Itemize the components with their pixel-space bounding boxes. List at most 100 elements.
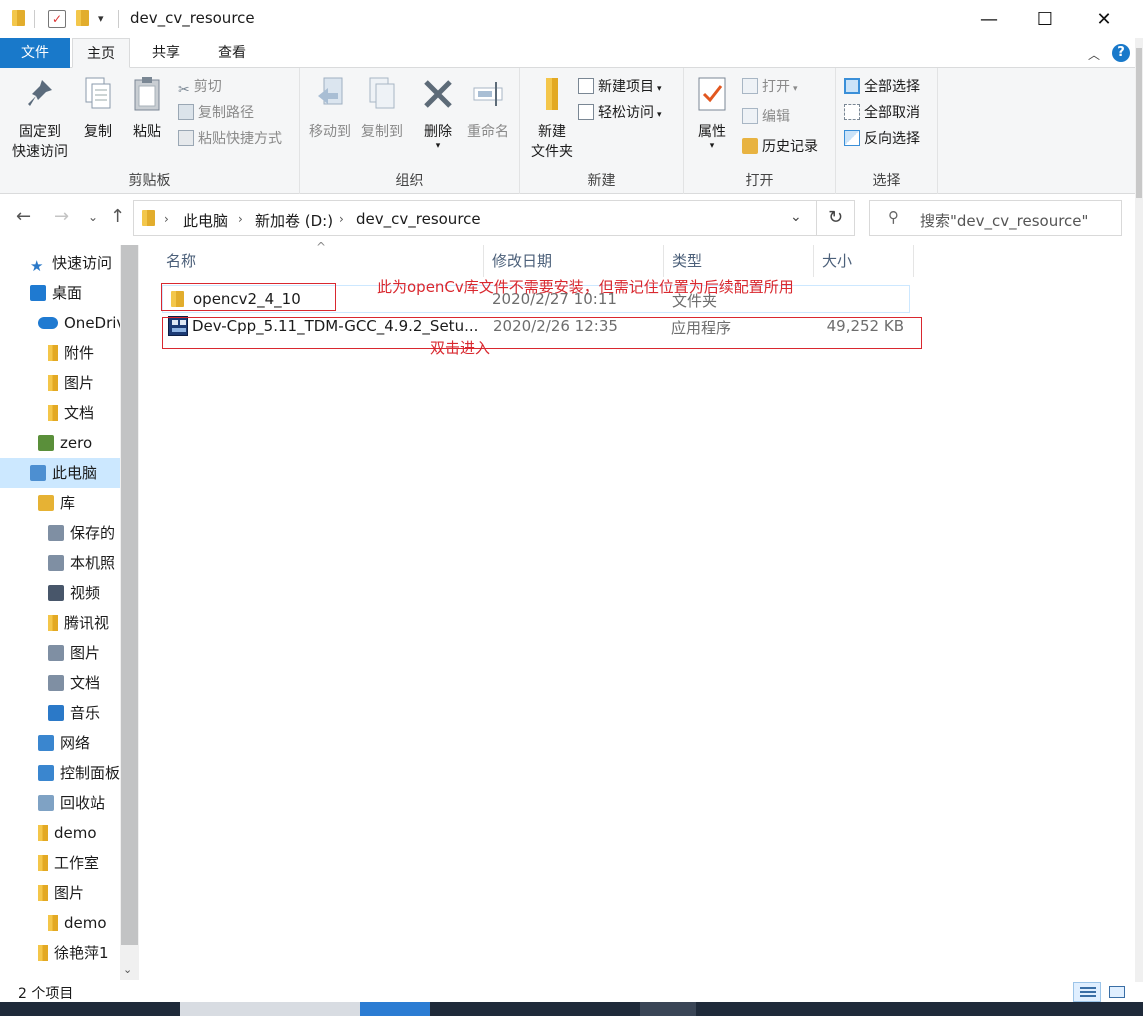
move-to-button[interactable]: 移动到: [304, 76, 356, 142]
rename-button[interactable]: 重命名: [462, 76, 514, 142]
search-icon: ⚲: [888, 208, 899, 226]
taskbar-item[interactable]: [180, 1002, 360, 1016]
refresh-button[interactable]: ↻: [817, 200, 855, 236]
library-pictures-icon: [48, 555, 64, 571]
search-box[interactable]: ⚲ 搜索"dev_cv_resource": [869, 200, 1122, 236]
easy-access-button[interactable]: 轻松访问 ▾: [578, 102, 662, 124]
new-item-button[interactable]: 新建项目 ▾: [578, 76, 662, 98]
new-item-label: 新建项目: [598, 79, 654, 95]
address-history-chevron-icon[interactable]: ⌄: [790, 209, 802, 225]
nav-item-14[interactable]: 文档: [0, 668, 120, 698]
delete-button[interactable]: 删除 ▾: [416, 76, 460, 151]
pin-quick-access-button[interactable]: 固定到 快速访问: [6, 76, 74, 162]
select-none-button[interactable]: 全部取消: [844, 102, 920, 124]
annotation-opencv-note: 此为openCv库文件不需要安装，但需记住位置为后续配置所用: [377, 278, 794, 296]
nav-item-19[interactable]: demo: [0, 818, 120, 848]
nav-item-1[interactable]: 桌面: [0, 278, 120, 308]
invert-selection-icon: [844, 130, 860, 146]
address-bar[interactable]: › 此电脑 › 新加卷 (D:) › dev_cv_resource ⌄: [133, 200, 817, 236]
search-input[interactable]: 搜索"dev_cv_resource": [920, 210, 1088, 231]
properties-quick-icon[interactable]: ✓: [48, 10, 66, 28]
tab-file[interactable]: 文件: [0, 38, 70, 68]
history-button[interactable]: 历史记录: [742, 136, 818, 158]
breadcrumb-separator-icon[interactable]: ›: [164, 212, 169, 226]
nav-item-2[interactable]: OneDrive: [0, 308, 120, 338]
control-panel-icon: [38, 765, 54, 781]
breadcrumb-drive[interactable]: 新加卷 (D:): [255, 210, 333, 231]
nav-item-4[interactable]: 图片: [0, 368, 120, 398]
nav-item-17[interactable]: 控制面板: [0, 758, 120, 788]
minimize-button[interactable]: —: [960, 0, 1018, 38]
nav-item-16[interactable]: 网络: [0, 728, 120, 758]
close-button[interactable]: ✕: [1075, 0, 1133, 38]
open-button[interactable]: 打开 ▾: [742, 76, 798, 98]
column-header-date[interactable]: 修改日期: [486, 245, 664, 277]
taskbar-item[interactable]: [640, 1002, 696, 1016]
breadcrumb-current-folder[interactable]: dev_cv_resource: [356, 210, 481, 228]
up-arrow-icon[interactable]: ↑: [110, 206, 125, 227]
scrollbar-thumb[interactable]: [1136, 48, 1142, 198]
back-arrow-icon[interactable]: ←: [16, 206, 31, 227]
details-view-button[interactable]: [1073, 982, 1101, 1002]
properties-icon: [698, 77, 726, 111]
paste-button[interactable]: 粘贴: [124, 76, 170, 142]
properties-button[interactable]: 属性 ▾: [690, 76, 734, 151]
ribbon-tabs: 文件 主页 共享 查看 ︿ ?: [0, 38, 1143, 68]
tab-share[interactable]: 共享: [138, 38, 194, 68]
maximize-button[interactable]: ☐: [1016, 0, 1074, 38]
scrollbar-thumb[interactable]: [121, 245, 138, 945]
invert-selection-button[interactable]: 反向选择: [844, 128, 920, 150]
column-header-name[interactable]: 名称: [160, 245, 484, 277]
customize-toolbar-icon[interactable]: ▾: [98, 12, 104, 30]
new-folder-button[interactable]: 新建 文件夹: [524, 76, 580, 162]
column-header-size[interactable]: 大小: [816, 245, 914, 277]
breadcrumb-separator-icon[interactable]: ›: [339, 212, 344, 226]
nav-item-9[interactable]: 保存的: [0, 518, 120, 548]
folder-icon: [48, 615, 58, 631]
nav-item-8[interactable]: 库: [0, 488, 120, 518]
nav-item-7[interactable]: 此电脑: [0, 458, 120, 488]
navigation-pane-scrollbar[interactable]: ⌄: [120, 245, 139, 980]
copy-to-button[interactable]: 复制到: [356, 76, 408, 142]
nav-item-18[interactable]: 回收站: [0, 788, 120, 818]
taskbar-item[interactable]: [360, 1002, 430, 1016]
forward-arrow-icon[interactable]: →: [54, 206, 69, 227]
divider: [118, 10, 119, 28]
nav-item-6[interactable]: zero: [0, 428, 120, 458]
nav-item-10[interactable]: 本机照: [0, 548, 120, 578]
cut-button[interactable]: ✂ 剪切: [178, 76, 222, 98]
group-clipboard: 固定到 快速访问 复制 粘贴 ✂ 剪切 复制路径 粘贴快捷方式 剪贴板: [0, 68, 300, 194]
help-icon[interactable]: ?: [1112, 44, 1130, 62]
ribbon-scrollbar[interactable]: [1135, 38, 1143, 982]
properties-dropdown-icon[interactable]: ▾: [690, 142, 734, 151]
nav-item-3[interactable]: 附件: [0, 338, 120, 368]
tab-home[interactable]: 主页: [72, 38, 130, 68]
new-folder-quick-icon[interactable]: [76, 10, 89, 26]
recent-locations-icon[interactable]: ⌄: [88, 210, 98, 224]
collapse-ribbon-icon[interactable]: ︿: [1088, 46, 1100, 63]
breadcrumb-this-pc[interactable]: 此电脑: [183, 210, 228, 231]
column-header-type[interactable]: 类型: [666, 245, 814, 277]
nav-item-23[interactable]: 徐艳萍1: [0, 938, 120, 968]
copy-path-button[interactable]: 复制路径: [178, 102, 254, 124]
nav-item-5[interactable]: 文档: [0, 398, 120, 428]
library-pictures-icon: [48, 525, 64, 541]
nav-item-11[interactable]: 视频: [0, 578, 120, 608]
nav-item-21[interactable]: 图片: [0, 878, 120, 908]
delete-dropdown-icon[interactable]: ▾: [416, 142, 460, 151]
nav-item-0[interactable]: ★ 快速访问: [0, 248, 120, 278]
nav-item-12[interactable]: 腾讯视: [0, 608, 120, 638]
paste-shortcut-button[interactable]: 粘贴快捷方式: [178, 128, 282, 150]
nav-item-13[interactable]: 图片: [0, 638, 120, 668]
nav-item-15[interactable]: 音乐: [0, 698, 120, 728]
breadcrumb-separator-icon[interactable]: ›: [238, 212, 243, 226]
select-all-button[interactable]: 全部选择: [844, 76, 920, 98]
copy-button[interactable]: 复制: [76, 76, 120, 142]
tab-view[interactable]: 查看: [204, 38, 260, 68]
edit-button[interactable]: 编辑: [742, 106, 790, 128]
nav-item-22[interactable]: demo: [0, 908, 120, 938]
nav-item-20[interactable]: 工作室: [0, 848, 120, 878]
scroll-down-icon[interactable]: ⌄: [123, 963, 132, 976]
large-icons-view-button[interactable]: [1103, 982, 1131, 1002]
user-icon: [38, 435, 54, 451]
